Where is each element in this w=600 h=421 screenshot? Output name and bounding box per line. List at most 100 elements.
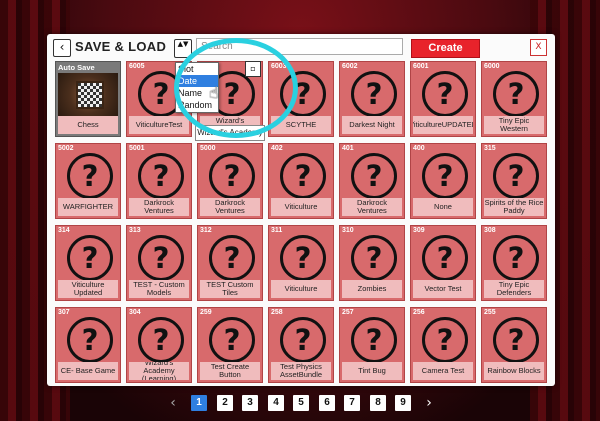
slot-id: 6003 bbox=[271, 63, 287, 70]
slot-id: 401 bbox=[342, 145, 354, 152]
save-slot-tile[interactable]: 5001? Darkrock Ventures bbox=[126, 143, 192, 219]
slot-name: Test Create Button bbox=[200, 362, 260, 380]
slot-name: CE- Base Game bbox=[58, 362, 118, 380]
question-mark-icon: ? bbox=[493, 71, 539, 117]
page-9[interactable]: 9 bbox=[395, 395, 411, 411]
save-slot-tile[interactable]: 304? Wizard's Academy (Learning) bbox=[126, 307, 192, 383]
save-slot-tile[interactable]: 257? Tint Bug bbox=[339, 307, 405, 383]
slot-name: Chess bbox=[58, 116, 118, 134]
tile-tooltip: Wizard's Academy bbox=[195, 125, 265, 141]
save-slot-tile[interactable]: 311? Viticulture bbox=[268, 225, 334, 301]
hand-cursor-icon: ☝ bbox=[209, 83, 219, 102]
save-slot-tile[interactable]: 401? Darkrock Ventures bbox=[339, 143, 405, 219]
slot-name: WARFIGHTER bbox=[58, 198, 118, 216]
slot-name: Viticulture Updated bbox=[58, 280, 118, 298]
slot-id: 6005 bbox=[129, 63, 145, 70]
question-mark-icon: ? bbox=[422, 317, 468, 363]
question-mark-icon: ? bbox=[280, 317, 326, 363]
slot-id: 310 bbox=[342, 227, 354, 234]
save-slot-tile[interactable]: 258? Test Physics AssetBundle bbox=[268, 307, 334, 383]
search-input[interactable] bbox=[196, 38, 403, 55]
slot-id: 313 bbox=[129, 227, 141, 234]
page-4[interactable]: 4 bbox=[268, 395, 284, 411]
slot-id: 304 bbox=[129, 309, 141, 316]
slot-name: None bbox=[413, 198, 473, 216]
question-mark-icon: ? bbox=[209, 153, 255, 199]
save-slot-tile[interactable]: 6001?ViticultureUPDATED bbox=[410, 61, 476, 137]
slot-name: Tiny Epic Defenders bbox=[484, 280, 544, 298]
save-slot-tile[interactable]: Auto Save Chess bbox=[55, 61, 121, 137]
save-slot-tile[interactable]: 6000? Tiny Epic Western bbox=[481, 61, 547, 137]
tile-overlay-icon[interactable]: ▫ bbox=[245, 61, 261, 77]
question-mark-icon: ? bbox=[67, 235, 113, 281]
question-mark-icon: ? bbox=[280, 153, 326, 199]
question-mark-icon: ? bbox=[422, 235, 468, 281]
page-3[interactable]: 3 bbox=[242, 395, 258, 411]
question-mark-icon: ? bbox=[422, 153, 468, 199]
back-arrow-icon: ‹ bbox=[59, 40, 65, 54]
slot-id: 257 bbox=[342, 309, 354, 316]
save-slot-tile[interactable]: 255? Rainbow Blocks bbox=[481, 307, 547, 383]
save-slot-tile[interactable]: 402? Viticulture bbox=[268, 143, 334, 219]
slot-id: 402 bbox=[271, 145, 283, 152]
question-mark-icon: ? bbox=[138, 317, 184, 363]
slot-name: Viticulture bbox=[271, 198, 331, 216]
save-slot-grid: Auto SaveChess6005?ViticultureTest6004?W… bbox=[55, 61, 551, 383]
question-mark-icon: ? bbox=[138, 235, 184, 281]
slot-name: Tiny Epic Western bbox=[484, 116, 544, 134]
save-slot-tile[interactable]: 256? Camera Test bbox=[410, 307, 476, 383]
next-page-icon[interactable]: › bbox=[422, 394, 436, 412]
slot-name: TEST - Custom Models bbox=[129, 280, 189, 298]
save-slot-tile[interactable]: 6003? SCYTHE bbox=[268, 61, 334, 137]
back-button[interactable]: ‹ bbox=[53, 39, 71, 57]
slot-id: 311 bbox=[271, 227, 283, 234]
slot-id: Auto Save bbox=[58, 63, 95, 72]
sort-button[interactable]: ▲▼ bbox=[174, 39, 192, 58]
slot-name: SCYTHE bbox=[271, 116, 331, 134]
save-slot-tile[interactable]: 312? TEST Custom Tiles bbox=[197, 225, 263, 301]
slot-id: 6000 bbox=[484, 63, 500, 70]
slot-id: 259 bbox=[200, 309, 212, 316]
save-slot-tile[interactable]: 307? CE- Base Game bbox=[55, 307, 121, 383]
save-slot-tile[interactable]: 313? TEST - Custom Models bbox=[126, 225, 192, 301]
question-mark-icon: ? bbox=[493, 153, 539, 199]
slot-name: Spirits of the Rice Paddy bbox=[484, 198, 544, 216]
page-6[interactable]: 6 bbox=[319, 395, 335, 411]
page-1[interactable]: 1 bbox=[191, 395, 207, 411]
save-slot-tile[interactable]: 315? Spirits of the Rice Paddy bbox=[481, 143, 547, 219]
question-mark-icon: ? bbox=[138, 153, 184, 199]
question-mark-icon: ? bbox=[493, 317, 539, 363]
slot-name: Rainbow Blocks bbox=[484, 362, 544, 380]
slot-id: 255 bbox=[484, 309, 496, 316]
page-7[interactable]: 7 bbox=[344, 395, 360, 411]
prev-page-icon[interactable]: ‹ bbox=[166, 394, 180, 412]
save-slot-tile[interactable]: 5002? WARFIGHTER bbox=[55, 143, 121, 219]
slot-id: 312 bbox=[200, 227, 212, 234]
page-2[interactable]: 2 bbox=[217, 395, 233, 411]
create-button[interactable]: Create bbox=[411, 39, 480, 58]
question-mark-icon: ? bbox=[422, 71, 468, 117]
save-slot-tile[interactable]: 308? Tiny Epic Defenders bbox=[481, 225, 547, 301]
save-slot-tile[interactable]: 5000? Darkrock Ventures bbox=[197, 143, 263, 219]
slot-id: 6001 bbox=[413, 63, 429, 70]
slot-name: ViticultureTest bbox=[129, 116, 189, 134]
slot-id: 309 bbox=[413, 227, 425, 234]
question-mark-icon: ? bbox=[67, 317, 113, 363]
slot-id: 256 bbox=[413, 309, 425, 316]
question-mark-icon: ? bbox=[209, 235, 255, 281]
save-slot-tile[interactable]: 314? Viticulture Updated bbox=[55, 225, 121, 301]
save-slot-tile[interactable]: 400? None bbox=[410, 143, 476, 219]
close-button[interactable]: X bbox=[530, 39, 547, 56]
slot-name: Camera Test bbox=[413, 362, 473, 380]
save-slot-tile[interactable]: 6002? Darkest Night bbox=[339, 61, 405, 137]
chessboard-icon bbox=[76, 81, 104, 109]
sort-option-slot[interactable]: Slot bbox=[176, 63, 218, 75]
save-slot-tile[interactable]: 259? Test Create Button bbox=[197, 307, 263, 383]
page-8[interactable]: 8 bbox=[370, 395, 386, 411]
save-slot-tile[interactable]: 310? Zombies bbox=[339, 225, 405, 301]
page-5[interactable]: 5 bbox=[293, 395, 309, 411]
slot-name: Tint Bug bbox=[342, 362, 402, 380]
question-mark-icon: ? bbox=[351, 317, 397, 363]
save-slot-tile[interactable]: 309? Vector Test bbox=[410, 225, 476, 301]
panel-title: SAVE & LOAD bbox=[75, 39, 167, 54]
